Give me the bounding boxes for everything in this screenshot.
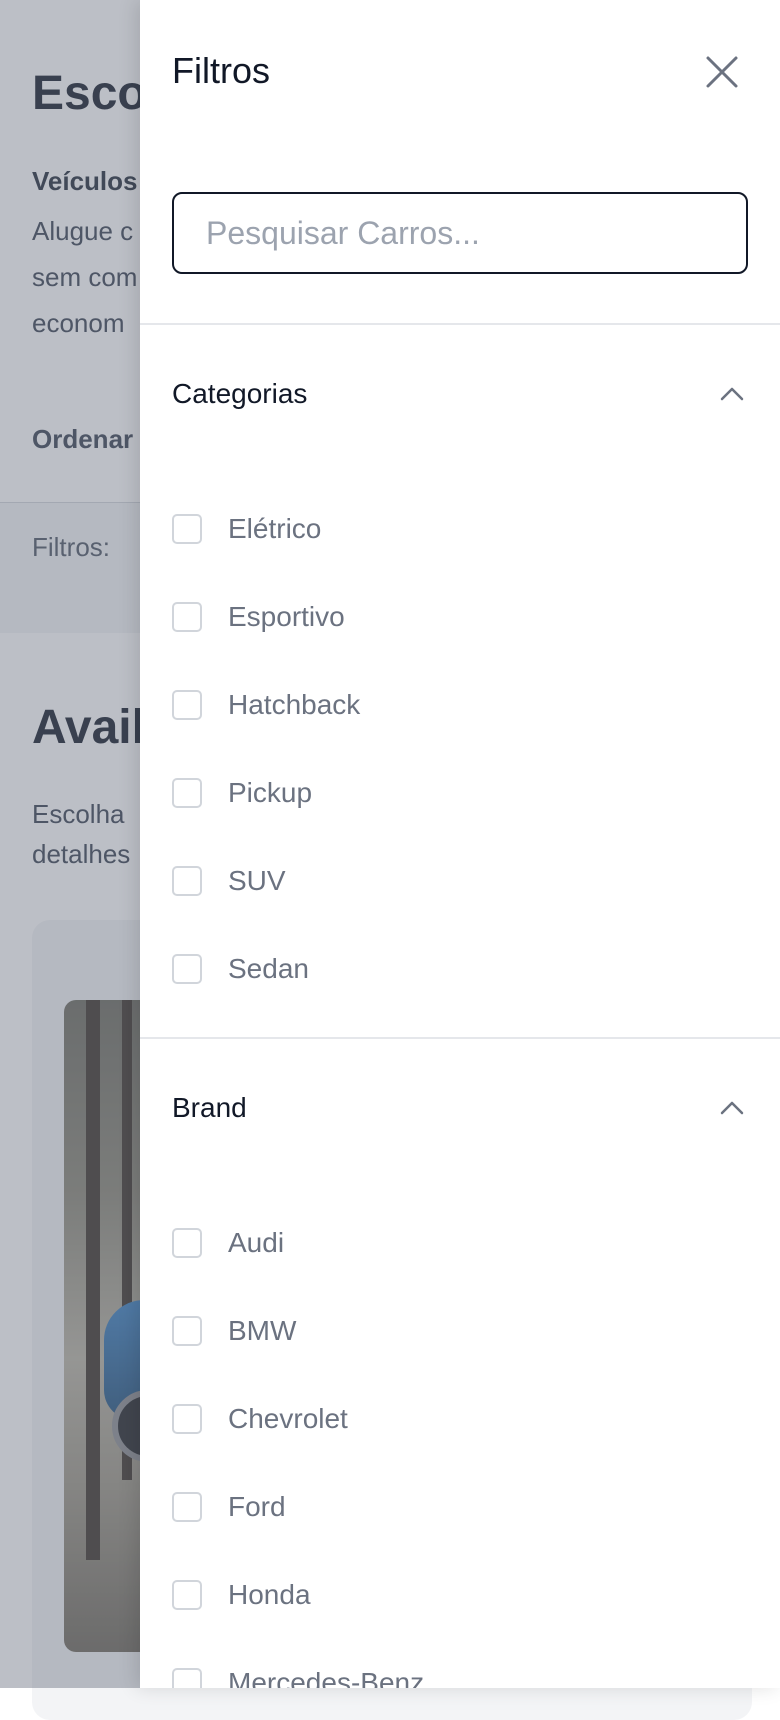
option-label: Audi	[228, 1227, 285, 1258]
checkbox[interactable]	[172, 866, 202, 896]
option-label: Hatchback	[228, 689, 361, 720]
option-label: Sedan	[228, 953, 309, 984]
checkbox[interactable]	[172, 1580, 202, 1610]
section-header-categories[interactable]: Categorias	[172, 364, 748, 424]
filter-option-chevrolet[interactable]: Chevrolet	[172, 1390, 732, 1450]
option-label: Esportivo	[228, 601, 345, 632]
checkbox[interactable]	[172, 1492, 202, 1522]
filter-drawer: Filtros Categorias Elétrico Esportivo Ha…	[140, 0, 780, 1688]
divider	[140, 1037, 780, 1039]
checkbox[interactable]	[172, 778, 202, 808]
checkbox[interactable]	[172, 514, 202, 544]
checkbox[interactable]	[172, 1228, 202, 1258]
checkbox[interactable]	[172, 1668, 202, 1688]
drawer-title: Filtros	[172, 50, 270, 91]
close-button[interactable]	[700, 50, 744, 94]
filter-option-mercedes-benz[interactable]: Mercedes-Benz	[172, 1654, 732, 1688]
filter-option-hatchback[interactable]: Hatchback	[172, 676, 732, 736]
checkbox[interactable]	[172, 690, 202, 720]
option-label: Ford	[228, 1491, 286, 1522]
filter-option-honda[interactable]: Honda	[172, 1566, 732, 1626]
checkbox[interactable]	[172, 954, 202, 984]
section-title: Brand	[172, 1092, 247, 1123]
option-label: BMW	[228, 1315, 297, 1346]
filter-option-ford[interactable]: Ford	[172, 1478, 732, 1538]
search-input[interactable]	[172, 192, 748, 274]
checkbox[interactable]	[172, 1404, 202, 1434]
filter-option-sedan[interactable]: Sedan	[172, 940, 732, 1000]
section-title: Categorias	[172, 378, 308, 409]
option-label: Pickup	[228, 777, 313, 808]
option-label: Elétrico	[228, 513, 322, 544]
filter-option-bmw[interactable]: BMW	[172, 1302, 732, 1362]
section-header-brand[interactable]: Brand	[172, 1078, 748, 1138]
chevron-up-icon	[720, 1101, 744, 1115]
chevron-up-icon	[720, 387, 744, 401]
checkbox[interactable]	[172, 602, 202, 632]
filter-option-audi[interactable]: Audi	[172, 1214, 732, 1274]
filter-option-esportivo[interactable]: Esportivo	[172, 588, 732, 648]
filter-option-suv[interactable]: SUV	[172, 852, 732, 912]
checkbox[interactable]	[172, 1316, 202, 1346]
option-label: Chevrolet	[228, 1403, 348, 1434]
option-label: Honda	[228, 1579, 311, 1610]
close-icon	[706, 56, 738, 88]
option-label: SUV	[228, 865, 286, 896]
filter-option-eletrico[interactable]: Elétrico	[172, 500, 732, 560]
option-label: Mercedes-Benz	[228, 1667, 425, 1688]
divider	[140, 323, 780, 325]
filter-option-pickup[interactable]: Pickup	[172, 764, 732, 824]
